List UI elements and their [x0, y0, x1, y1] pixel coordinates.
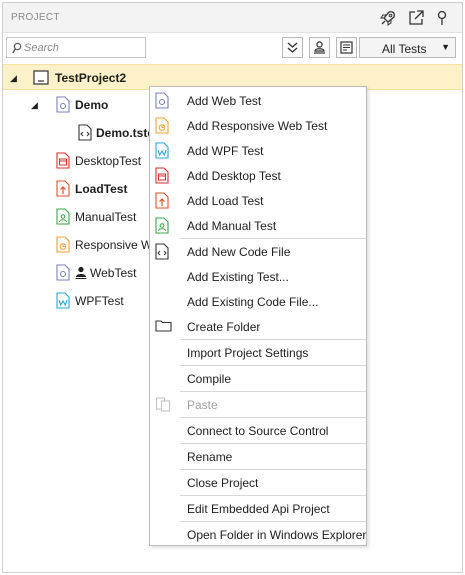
menu-item-edit-embedded-api-project[interactable]: Edit Embedded Api Project — [150, 496, 366, 521]
external-open-icon[interactable] — [407, 9, 425, 27]
responsive-test-icon — [155, 117, 169, 134]
menu-label: Add Load Test — [187, 194, 264, 208]
tree-label: Demo.tste — [96, 126, 155, 140]
menu-item-add-new-code-file[interactable]: Add New Code File — [150, 239, 366, 264]
wpf-test-icon — [155, 142, 169, 159]
notes-icon — [340, 41, 353, 54]
web-test-icon — [56, 264, 70, 281]
menu-label: Add Responsive Web Test — [187, 119, 328, 133]
context-menu: Add Web Test Add Responsive Web Test Add… — [149, 86, 367, 546]
panel-header: PROJECT — [3, 3, 462, 33]
menu-item-open-folder-explorer[interactable]: Open Folder in Windows Explorer — [150, 522, 366, 547]
tree-label: LoadTest — [75, 182, 128, 196]
menu-item-compile[interactable]: Compile — [150, 366, 366, 391]
menu-label: Create Folder — [187, 320, 261, 334]
manual-test-icon — [56, 208, 70, 225]
menu-item-paste[interactable]: Paste — [150, 392, 366, 417]
menu-label: Add Desktop Test — [187, 169, 281, 183]
menu-item-add-manual-test[interactable]: Add Manual Test — [150, 213, 366, 238]
manual-test-icon — [155, 217, 169, 234]
code-file-icon — [78, 124, 92, 141]
chevron-down-icon: ▼ — [441, 42, 450, 52]
menu-item-add-wpf-test[interactable]: Add WPF Test — [150, 138, 366, 163]
load-test-icon — [56, 180, 70, 197]
load-test-icon — [155, 192, 169, 209]
tree-label: ManualTest — [75, 210, 137, 224]
panel-title: PROJECT — [11, 12, 60, 23]
user-filter-icon — [314, 41, 325, 54]
tree-label: TestProject2 — [55, 71, 127, 85]
folder-icon — [155, 318, 172, 335]
desktop-test-icon — [155, 167, 169, 184]
menu-item-import-project-settings[interactable]: Import Project Settings — [150, 340, 366, 365]
tree-label: WPFTest — [75, 294, 124, 308]
user-filter-button[interactable] — [309, 37, 330, 58]
pin-icon[interactable] — [433, 9, 451, 27]
tree-label: Responsive We — [75, 238, 159, 252]
menu-item-create-folder[interactable]: Create Folder — [150, 314, 366, 339]
wpf-test-icon — [56, 292, 70, 309]
menu-label: Paste — [187, 398, 218, 412]
menu-label: Add WPF Test — [187, 144, 264, 158]
menu-label: Rename — [187, 450, 233, 464]
menu-label: Import Project Settings — [187, 346, 309, 360]
search-input[interactable] — [24, 40, 142, 55]
test-filter-value: All Tests — [382, 42, 427, 56]
menu-item-add-desktop-test[interactable]: Add Desktop Test — [150, 163, 366, 188]
menu-item-add-web-test[interactable]: Add Web Test — [150, 88, 366, 113]
search-icon — [12, 42, 22, 54]
web-test-icon — [56, 96, 70, 113]
menu-label: Add Existing Code File... — [187, 295, 319, 309]
menu-label: Edit Embedded Api Project — [187, 502, 330, 516]
project-icon — [33, 69, 49, 86]
menu-label: Add Manual Test — [187, 219, 277, 233]
collapse-all-icon — [287, 42, 298, 53]
web-test-icon — [155, 92, 169, 109]
menu-item-add-responsive-web-test[interactable]: Add Responsive Web Test — [150, 113, 366, 138]
menu-label: Open Folder in Windows Explorer — [187, 528, 367, 542]
menu-item-close-project[interactable]: Close Project — [150, 470, 366, 495]
menu-label: Add Existing Test... — [187, 270, 289, 284]
expander-icon[interactable]: ◢ — [31, 100, 38, 111]
desktop-test-icon — [56, 152, 70, 169]
menu-item-connect-source-control[interactable]: Connect to Source Control — [150, 418, 366, 443]
collapse-all-button[interactable] — [282, 37, 303, 58]
menu-label: Add New Code File — [187, 245, 291, 259]
tree-label: Demo — [75, 98, 109, 112]
search-box[interactable] — [6, 37, 146, 58]
menu-item-add-load-test[interactable]: Add Load Test — [150, 188, 366, 213]
menu-item-add-existing-code-file[interactable]: Add Existing Code File... — [150, 289, 366, 314]
menu-item-add-existing-test[interactable]: Add Existing Test... — [150, 264, 366, 289]
tree-label: DesktopTest — [75, 154, 142, 168]
expander-icon[interactable]: ◢ — [10, 73, 17, 84]
user-icon — [75, 266, 87, 280]
test-filter-dropdown[interactable]: All Tests ▼ — [359, 37, 456, 58]
project-toolbar: All Tests ▼ — [3, 34, 462, 64]
menu-label: Close Project — [187, 476, 259, 490]
tree-label: WebTest — [90, 266, 137, 280]
code-file-icon — [155, 243, 169, 260]
notes-button[interactable] — [336, 37, 357, 58]
menu-label: Compile — [187, 372, 232, 386]
menu-label: Add Web Test — [187, 94, 262, 108]
responsive-test-icon — [56, 236, 70, 253]
menu-item-rename[interactable]: Rename — [150, 444, 366, 469]
rocket-icon[interactable] — [379, 9, 397, 27]
paste-icon — [155, 396, 172, 413]
menu-label: Connect to Source Control — [187, 424, 329, 438]
